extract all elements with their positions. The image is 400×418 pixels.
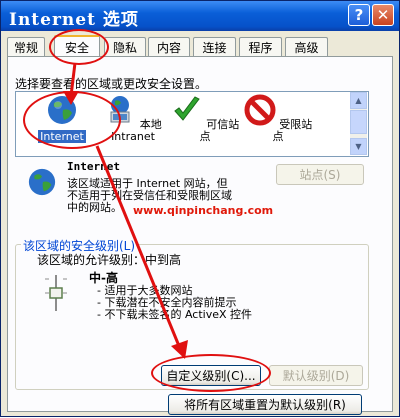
security-level-bullets: - 适用于大多数网站 - 下载潜在不安全内容前提示 - 不下载未签名的 Acti… [97,285,252,321]
bullet-item: - 不下载未签名的 ActiveX 控件 [97,308,253,321]
selected-zone-name: Internet [67,160,120,173]
internet-options-window: Internet 选项 ? ✕ 常规 安全 隐私 内容 连接 程序 高级 选择要… [0,0,400,417]
title-bar[interactable]: Internet 选项 ? ✕ [1,1,399,31]
annotation-circle [23,91,121,149]
annotation-circle [151,354,271,392]
default-level-button[interactable]: 默认级别(D) [269,365,363,386]
zone-instruction: 选择要查看的区域或更改安全设置。 [15,77,208,91]
zone-restricted-sites[interactable]: 受限站点 [241,94,315,143]
annotation-circle [49,29,109,65]
tab-connections[interactable]: 连接 [193,37,236,56]
close-button[interactable]: ✕ [372,4,394,26]
scroll-thumb[interactable] [350,110,367,134]
zone-label: 受限站点 [272,118,313,143]
zone-list-scrollbar[interactable]: ▲ ▼ [350,92,367,155]
reset-all-zones-button[interactable]: 将所有区域重置为默认级别(R) [168,394,362,415]
tab-advanced[interactable]: 高级 [285,37,328,56]
watermark-text: www.qinpinchang.com [133,204,274,217]
scroll-up-arrow-icon[interactable]: ▲ [350,92,367,109]
allowed-level-text: 该区域的允许级别：中到高 [37,253,182,267]
window-title: Internet 选项 [9,10,139,30]
help-button[interactable]: ? [348,4,370,26]
tab-programs[interactable]: 程序 [239,37,282,56]
sites-button[interactable]: 站点(S) [276,164,364,185]
security-level-slider[interactable] [41,273,71,313]
no-entry-icon [244,94,276,126]
scroll-down-arrow-icon[interactable]: ▼ [350,138,367,155]
zone-label: 可信站点 [199,118,240,143]
globe-icon [28,168,56,196]
tab-general[interactable]: 常规 [7,37,45,56]
tab-content[interactable]: 内容 [148,37,190,56]
zone-trusted-sites[interactable]: 可信站点 [168,94,242,143]
checkmark-icon [174,96,200,121]
tab-privacy[interactable]: 隐私 [104,37,146,56]
